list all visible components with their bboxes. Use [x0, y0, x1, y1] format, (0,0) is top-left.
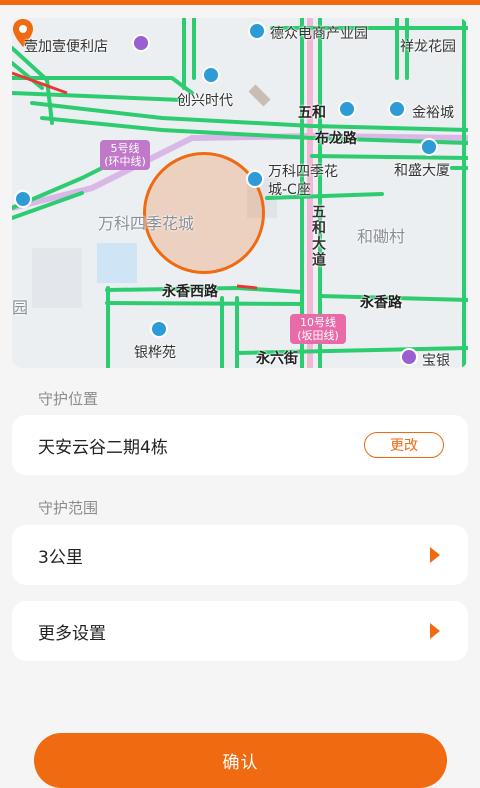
more-settings-row[interactable]: 更多设置 [12, 601, 468, 661]
map-label-poi: 五和 [298, 105, 326, 121]
transit-icon [14, 190, 32, 208]
map-label-poi: 银桦苑 [134, 345, 176, 361]
metro-line-5-tag: 5号线(环中线) [100, 140, 150, 170]
map-label-road: 布龙路 [315, 131, 357, 147]
chevron-right-icon [430, 623, 440, 639]
guard-location-section-label: 守护位置 [38, 390, 99, 408]
map-label-poi: 祥龙花园 [400, 39, 456, 55]
building-icon [246, 170, 264, 188]
map-label-area: 万科四季花城 [98, 214, 195, 233]
confirm-button[interactable]: 确认 [34, 733, 447, 788]
map-label-poi: 创兴时代 [177, 93, 233, 109]
shop-icon [400, 348, 418, 366]
building-icon [388, 100, 406, 118]
map-view[interactable]: 壹加壹便利店 德众电商产业园 祥龙花园 创兴时代 五和 金裕城 布龙路 5号线(… [12, 18, 468, 368]
chevron-right-icon [430, 547, 440, 563]
map-label-poi: 宝银 [422, 353, 450, 368]
metro-line-10-tag: 10号线(坂田线) [290, 314, 346, 344]
building-icon [338, 100, 356, 118]
change-location-button[interactable]: 更改 [364, 432, 444, 458]
shop-icon [132, 34, 150, 52]
map-label-poi: 和盛大厦 [394, 163, 450, 179]
guard-address: 天安云谷二期4栋 [38, 437, 168, 458]
map-label-road: 五和大道 [310, 204, 326, 268]
map-label-road: 永六街 [256, 351, 298, 367]
guard-range-row[interactable]: 3公里 [12, 525, 468, 585]
map-label-area: 园 [12, 298, 29, 317]
map-label-area: 和磡村 [357, 227, 406, 246]
map-label-road: 永香路 [360, 295, 402, 311]
guard-location-card: 天安云谷二期4栋 更改 [12, 415, 468, 475]
guard-range-value: 3公里 [38, 547, 83, 568]
building-icon [420, 138, 438, 156]
building-icon [150, 320, 168, 338]
building-icon [202, 66, 220, 84]
map-label-poi: 德众电商产业园 [270, 26, 368, 42]
map-label-poi: 万科四季花城-C座 [268, 164, 338, 198]
building-icon [248, 22, 266, 40]
guard-range-section-label: 守护范围 [38, 499, 99, 517]
more-settings-label: 更多设置 [38, 623, 106, 644]
top-accent-bar [0, 0, 480, 5]
map-label-poi: 壹加壹便利店 [24, 39, 108, 55]
map-label-road: 永香西路 [162, 284, 218, 300]
map-label-poi: 金裕城 [412, 105, 454, 121]
